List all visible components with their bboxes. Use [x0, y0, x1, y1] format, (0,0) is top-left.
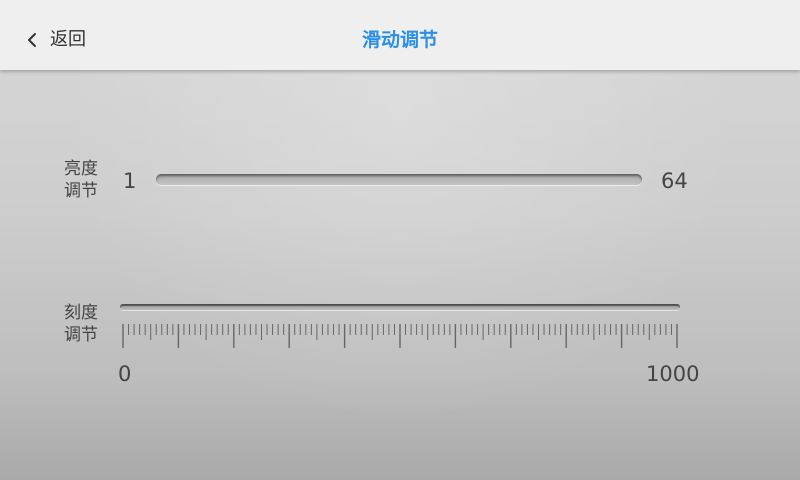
- brightness-min-label: 1: [123, 169, 137, 193]
- scale-label-line2: 调节: [64, 325, 98, 345]
- scale-ruler: [122, 324, 678, 348]
- scale-min-label: 0: [118, 362, 132, 386]
- brightness-max-label: 64: [661, 169, 688, 193]
- brightness-label-line1: 亮度: [64, 159, 98, 179]
- scale-label-line1: 刻度: [64, 303, 98, 323]
- app-window: 返回 滑动调节 亮度 调节 1 64 刻度 调节 0 1000: [0, 0, 800, 480]
- brightness-label: 亮度 调节: [64, 158, 108, 202]
- scale-label: 刻度 调节: [64, 302, 108, 346]
- brightness-slider[interactable]: [156, 174, 642, 185]
- page-title: 滑动调节: [361, 29, 438, 51]
- brightness-label-line2: 调节: [64, 181, 98, 201]
- scale-slider[interactable]: [120, 304, 680, 310]
- content-area: [0, 70, 800, 480]
- scale-max-label: 1000: [646, 362, 700, 386]
- header-bar: 返回 滑动调节: [0, 0, 800, 70]
